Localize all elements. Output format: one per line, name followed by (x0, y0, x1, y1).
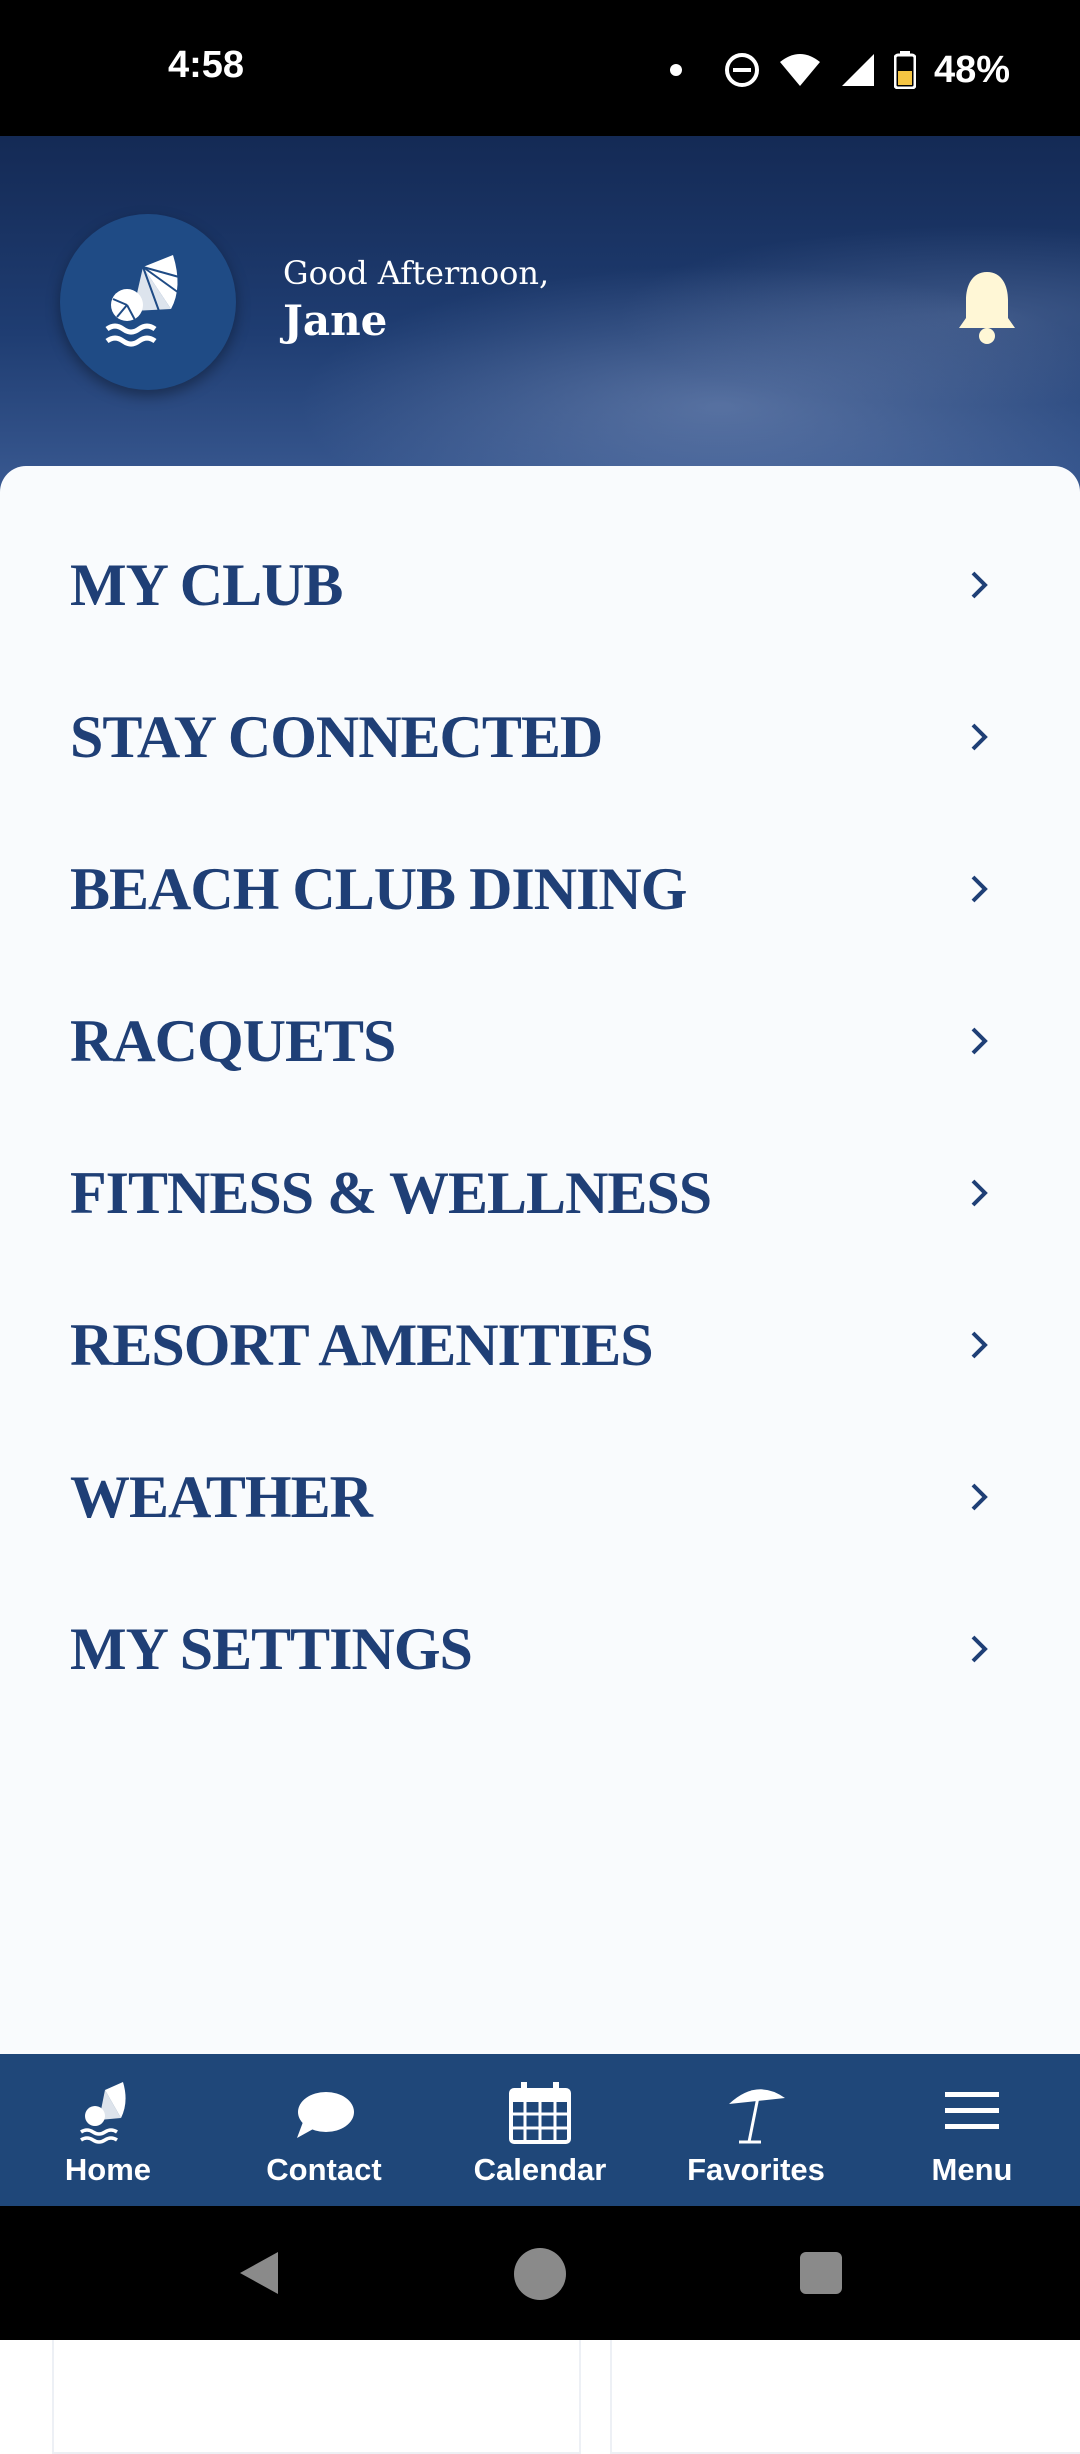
nav-favorites[interactable]: Favorites (648, 2054, 864, 2206)
nav-menu[interactable]: Menu (864, 2054, 1080, 2206)
home-circle-icon[interactable] (514, 2248, 566, 2300)
signal-icon (841, 54, 874, 86)
chevron-right-icon (971, 723, 988, 751)
chevron-right-icon (971, 1027, 988, 1055)
system-nav-bar (0, 2206, 1080, 2340)
calendar-icon (509, 2082, 571, 2144)
nav-label: Calendar (473, 2152, 607, 2187)
recent-apps-icon[interactable] (800, 2252, 842, 2294)
menu-panel: MY CLUB STAY CONNECTED BEACH CLUB DINING… (0, 466, 1080, 2454)
chevron-right-icon (971, 875, 988, 903)
menu-item-label: WEATHER (70, 1463, 373, 1530)
menu-item-stay-connected[interactable]: STAY CONNECTED (0, 661, 1080, 813)
battery-percent: 48% (933, 48, 1010, 91)
menu-item-racquets[interactable]: RACQUETS (0, 965, 1080, 1117)
status-bar: 4:58 48% (0, 0, 1080, 136)
menu-item-label: BEACH CLUB DINING (70, 855, 687, 922)
chevron-right-icon (971, 1483, 988, 1511)
nav-calendar[interactable]: Calendar (432, 2054, 648, 2206)
greeting-text: Good Afternoon, (283, 254, 550, 292)
menu-item-my-settings[interactable]: MY SETTINGS (0, 1573, 1080, 1725)
header: Good Afternoon, Jane (0, 136, 1080, 496)
shell-logo-icon (105, 255, 180, 347)
wifi-icon (779, 54, 820, 86)
menu-item-label: STAY CONNECTED (70, 703, 603, 770)
nav-label: Home (64, 2152, 152, 2187)
menu-item-my-club[interactable]: MY CLUB (0, 509, 1080, 661)
menu-item-fitness-wellness[interactable]: FITNESS & WELLNESS (0, 1117, 1080, 1269)
notifications-bell-icon[interactable] (956, 268, 1018, 346)
chat-bubble-icon (297, 2092, 354, 2138)
nav-label: Contact (266, 2152, 382, 2187)
hamburger-icon (945, 2092, 999, 2129)
battery-icon (893, 51, 916, 89)
status-time: 4:58 (168, 44, 245, 86)
chevron-right-icon (971, 1331, 988, 1359)
nav-label: Favorites (687, 2152, 825, 2187)
shell-icon (80, 2082, 126, 2144)
chevron-right-icon (971, 1635, 988, 1663)
chevron-right-icon (971, 1179, 988, 1207)
do-not-disturb-icon (724, 53, 759, 87)
menu-item-label: RESORT AMENITIES (70, 1311, 654, 1378)
menu-item-beach-club-dining[interactable]: BEACH CLUB DINING (0, 813, 1080, 965)
chevron-right-icon (971, 571, 988, 599)
menu-item-label: RACQUETS (70, 1007, 396, 1074)
bottom-nav: Home Contact Calendar Favorites Menu (0, 2054, 1080, 2206)
umbrella-icon (729, 2089, 785, 2144)
club-logo[interactable] (60, 214, 236, 390)
status-icons: 48% (669, 40, 1010, 100)
menu-item-label: MY SETTINGS (70, 1615, 473, 1682)
menu-item-label: FITNESS & WELLNESS (70, 1159, 712, 1226)
notification-dot-icon (669, 64, 682, 76)
menu-item-label: MY CLUB (70, 551, 343, 618)
back-icon[interactable] (234, 2248, 284, 2298)
menu-item-weather[interactable]: WEATHER (0, 1421, 1080, 1573)
menu-item-resort-amenities[interactable]: RESORT AMENITIES (0, 1269, 1080, 1421)
nav-label: Menu (931, 2152, 1013, 2187)
nav-contact[interactable]: Contact (216, 2054, 432, 2206)
nav-home[interactable]: Home (0, 2054, 216, 2206)
user-name: Jane (283, 296, 388, 345)
